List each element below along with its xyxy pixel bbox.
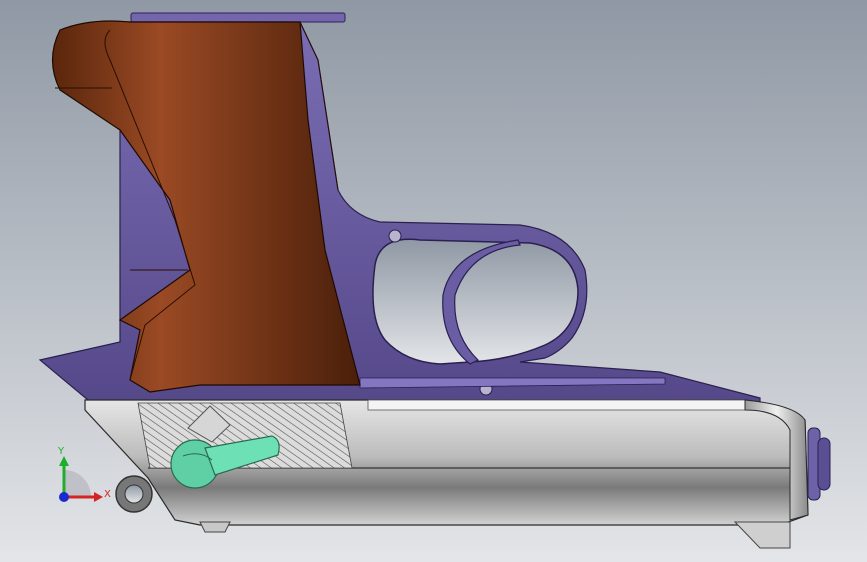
slide-foot-rear	[199, 521, 231, 533]
x-axis-label: X	[104, 489, 111, 500]
cad-viewport[interactable]: Y X	[0, 0, 867, 562]
hammer[interactable]	[115, 475, 153, 513]
z-axis-dot	[59, 492, 69, 502]
slide-top-flat	[367, 399, 747, 411]
frame-pin-upper	[388, 229, 402, 243]
backstrap-top	[130, 12, 346, 23]
model-canvas[interactable]: Y X	[0, 0, 867, 562]
y-axis-label: Y	[57, 446, 65, 457]
barrel-crown	[817, 437, 831, 491]
hammer-hole	[124, 484, 144, 504]
